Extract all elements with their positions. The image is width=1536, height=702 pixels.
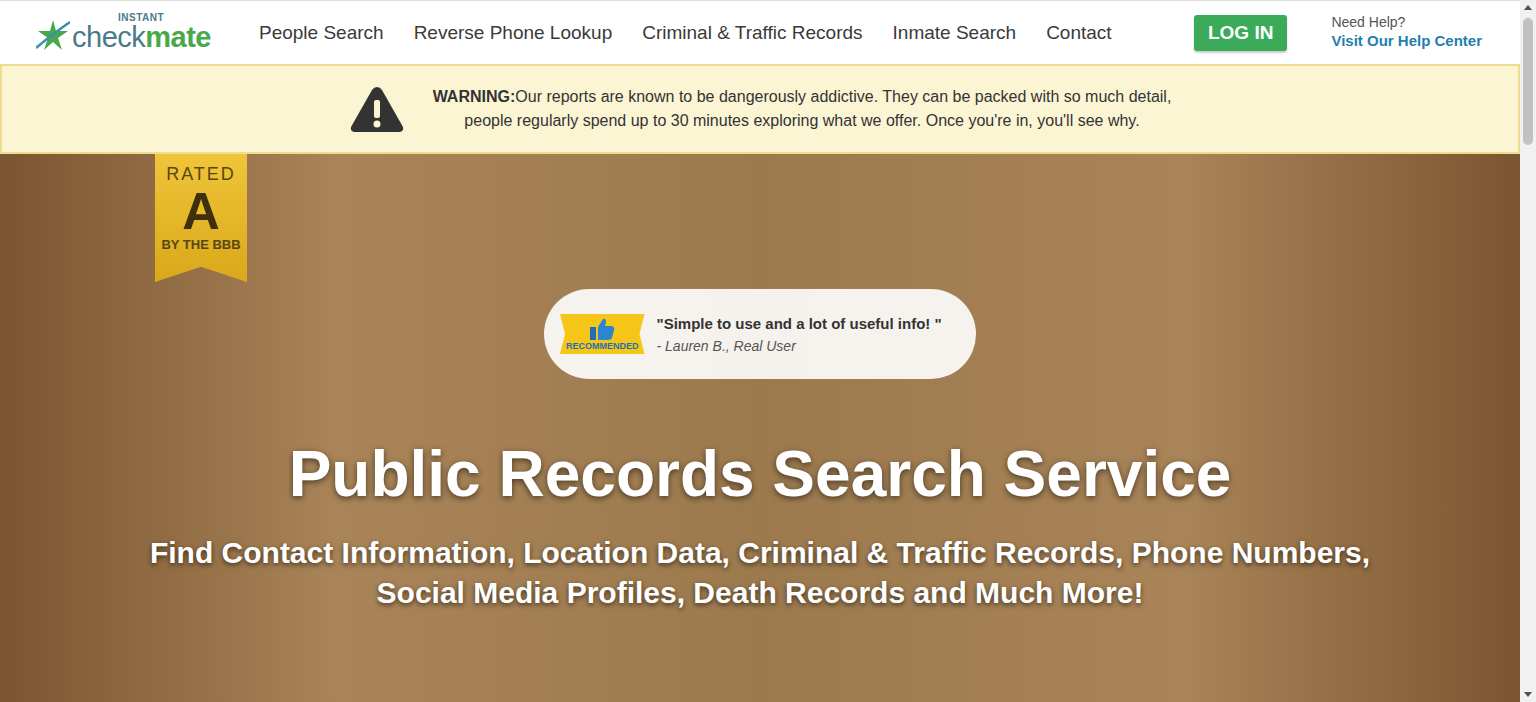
nav-item[interactable]: Criminal & Traffic Records [642, 22, 862, 44]
help: Need Help? Visit Our Help Center [1331, 14, 1482, 50]
warning-icon [349, 84, 405, 134]
hero-subtitle: Find Contact Information, Location Data,… [150, 533, 1370, 613]
hero: RATED A BY THE BBB RECOMMENDED "Simple t… [0, 154, 1520, 702]
scroll-down-icon[interactable] [1520, 686, 1536, 702]
nav-item[interactable]: Contact [1046, 22, 1111, 44]
warning-label: WARNING: [433, 88, 516, 105]
nav-item[interactable]: Reverse Phone Lookup [414, 22, 613, 44]
page: INSTANT checkmate People Search Reverse P… [0, 0, 1536, 702]
logo[interactable]: INSTANT checkmate [36, 13, 211, 52]
top-nav: INSTANT checkmate People Search Reverse P… [0, 0, 1520, 64]
bbb-badge: RATED A BY THE BBB [155, 154, 247, 282]
help-label: Need Help? [1331, 14, 1482, 32]
login-button[interactable]: LOG IN [1194, 15, 1287, 51]
warning-banner: WARNING:Our reports are known to be dang… [0, 64, 1520, 154]
thumbs-up-icon [589, 317, 615, 341]
help-link[interactable]: Visit Our Help Center [1331, 32, 1482, 51]
nav-item[interactable]: People Search [259, 22, 384, 44]
warning-text: WARNING:Our reports are known to be dang… [433, 85, 1172, 133]
scroll-up-icon[interactable] [1520, 0, 1536, 16]
testimonial: RECOMMENDED "Simple to use and a lot of … [544, 289, 976, 379]
logo-name: checkmate [72, 23, 211, 52]
star-swoosh-icon [36, 18, 70, 52]
testimonial-quote: "Simple to use and a lot of useful info!… [657, 315, 942, 332]
scroll-thumb[interactable] [1523, 18, 1533, 145]
nav-menu: People Search Reverse Phone Lookup Crimina… [259, 22, 1112, 44]
recommended-ribbon: RECOMMENDED [560, 314, 645, 354]
main: INSTANT checkmate People Search Reverse P… [0, 0, 1520, 702]
hero-title: Public Records Search Service [289, 439, 1232, 509]
testimonial-author: - Lauren B., Real User [657, 338, 942, 354]
scrollbar[interactable] [1520, 0, 1536, 702]
nav-item[interactable]: Inmate Search [893, 22, 1017, 44]
